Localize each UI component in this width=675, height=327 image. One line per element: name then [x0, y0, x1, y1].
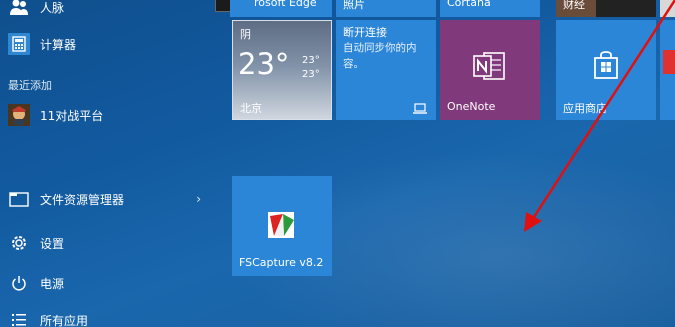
people-icon	[8, 0, 30, 18]
fscapture-icon	[266, 208, 298, 244]
gear-icon	[8, 232, 30, 254]
menu-item-people[interactable]: 人脉	[0, 0, 215, 22]
finance-image	[596, 0, 656, 17]
menu-label-people: 人脉	[40, 0, 65, 15]
recently-added-header: 最近添加	[8, 79, 52, 92]
folder-icon	[8, 188, 30, 210]
store-bag-icon	[592, 50, 620, 84]
tile-cortana-label: Cortana	[447, 0, 491, 9]
weather-city: 北京	[240, 102, 262, 115]
tile-sync[interactable]: 断开连接 自动同步你的内容。	[336, 20, 436, 120]
power-icon	[8, 272, 30, 294]
partial-app-icon	[663, 50, 675, 74]
onenote-icon	[472, 50, 506, 86]
tile-edge-label: rosoft Edge	[254, 0, 317, 9]
tile-photos-label: 照片	[343, 0, 365, 11]
weather-high: 23°	[302, 55, 320, 66]
tile-cortana[interactable]: Cortana	[440, 0, 540, 17]
menu-item-file-explorer[interactable]: 文件资源管理器 ›	[0, 184, 215, 214]
tile-edge-right[interactable]	[660, 0, 675, 17]
menu-item-power[interactable]: 电源	[0, 268, 215, 298]
device-icon	[412, 100, 428, 119]
weather-temp: 23°	[238, 47, 290, 81]
menu-label-all-apps: 所有应用	[40, 313, 89, 327]
tile-finance-label: 财经	[563, 0, 585, 11]
chevron-right-icon[interactable]: ›	[196, 192, 201, 206]
calculator-icon	[8, 33, 30, 55]
tile-finance[interactable]: 财经	[556, 0, 656, 17]
weather-condition: 阴	[240, 28, 251, 41]
menu-label-file-explorer: 文件资源管理器	[40, 192, 125, 207]
menu-item-recent-app[interactable]: 11对战平台	[0, 100, 215, 130]
weather-low: 23°	[302, 69, 320, 80]
tile-edge[interactable]: rosoft Edge	[230, 0, 332, 17]
menu-label-recent-app: 11对战平台	[40, 108, 104, 123]
tile-store[interactable]: 应用商店	[556, 20, 656, 120]
menu-item-settings[interactable]: 设置	[0, 228, 215, 258]
sync-message: 自动同步你的内容。	[343, 42, 417, 70]
menu-label-settings: 设置	[40, 236, 65, 251]
tile-partial-right[interactable]	[660, 20, 675, 120]
tile-onenote-label: OneNote	[447, 100, 496, 113]
menu-item-all-apps[interactable]: 所有应用	[0, 305, 215, 327]
tile-fscapture-label: FSCapture v8.2	[239, 256, 324, 269]
menu-label-calculator: 计算器	[40, 37, 77, 52]
menu-label-power: 电源	[40, 276, 65, 291]
tile-weather[interactable]: 阴 23° 23° 23° 北京	[232, 20, 332, 120]
menu-item-calculator[interactable]: 计算器	[0, 29, 215, 59]
tile-photos[interactable]: 照片	[336, 0, 436, 17]
tile-onenote[interactable]: OneNote	[440, 20, 540, 120]
battle-platform-icon	[8, 104, 30, 126]
tile-fscapture[interactable]: FSCapture v8.2	[232, 176, 332, 276]
tile-store-label: 应用商店	[563, 102, 607, 115]
list-icon	[8, 309, 30, 327]
sync-title: 断开连接	[343, 26, 387, 39]
